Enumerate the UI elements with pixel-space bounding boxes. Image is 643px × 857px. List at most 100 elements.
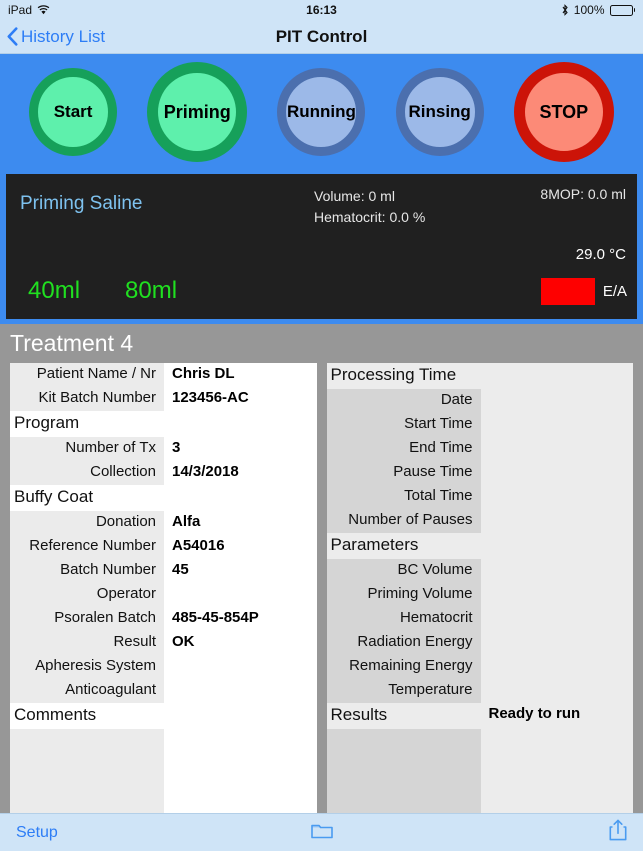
status-bar-right: 100%	[561, 3, 643, 17]
detail-row-label: Psoralen Batch	[10, 607, 164, 631]
phase-button-start-label: Start	[53, 102, 93, 121]
phase-button-running[interactable]: Running	[277, 68, 366, 156]
detail-row-value[interactable]	[164, 411, 317, 437]
detail-row: Date	[326, 389, 633, 413]
detail-row-label: Start Time	[326, 413, 481, 437]
detail-row-label: Collection	[10, 461, 164, 485]
detail-row-label: Patient Name / Nr	[10, 363, 164, 387]
detail-row: Radiation Energy	[326, 631, 633, 655]
detail-row-value[interactable]: Alfa	[164, 511, 317, 535]
detail-row-label: End Time	[326, 437, 481, 461]
section-header-row: Comments	[10, 703, 317, 729]
detail-row-label: Radiation Energy	[326, 631, 481, 655]
panel-filler-label-column	[326, 729, 481, 813]
detail-row-value[interactable]	[480, 631, 633, 655]
detail-row: Psoralen Batch 485-45-854P	[10, 607, 317, 631]
treatment-left-panel: Patient Name / Nr Chris DL Kit Batch Numbe…	[10, 363, 317, 813]
page-title: PIT Control	[275, 26, 368, 46]
volume-button-80ml[interactable]: 80ml	[125, 277, 177, 305]
detail-row-value[interactable]	[480, 389, 633, 413]
temperature-readout: 29.0 °C	[575, 246, 626, 263]
detail-row-value[interactable]: Ready to run	[480, 703, 633, 729]
treatment-header-label: Treatment 4	[10, 330, 134, 356]
detail-row: Batch Number 45	[10, 559, 317, 583]
detail-row-label: Anticoagulant	[10, 679, 164, 703]
phase-button-rinsing-label: Rinsing	[408, 102, 471, 121]
detail-row-value[interactable]	[480, 607, 633, 631]
detail-row-value[interactable]	[480, 363, 633, 389]
detail-row-value[interactable]	[480, 533, 633, 559]
detail-row-value[interactable]: OK	[164, 631, 317, 655]
detail-row-value[interactable]	[164, 655, 317, 679]
section-header-label: Processing Time	[326, 363, 481, 389]
detail-row: Priming Volume	[326, 583, 633, 607]
detail-row-value[interactable]	[480, 461, 633, 485]
share-button[interactable]	[609, 819, 643, 846]
bottom-toolbar: Setup	[0, 813, 643, 851]
detail-row-value[interactable]	[480, 413, 633, 437]
detail-row-value[interactable]: A54016	[164, 535, 317, 559]
ios-status-bar: iPad 16:13 100%	[0, 0, 643, 20]
detail-row-value[interactable]	[480, 559, 633, 583]
folder-button[interactable]	[0, 821, 643, 844]
panel-filler	[10, 729, 317, 813]
phase-button-stop[interactable]: STOP	[513, 62, 614, 162]
panel-filler-value-column[interactable]	[164, 729, 317, 813]
detail-row-value[interactable]: 45	[164, 559, 317, 583]
detail-row-value[interactable]: 14/3/2018	[164, 461, 317, 485]
detail-row-value[interactable]	[164, 679, 317, 703]
detail-row-label: Kit Batch Number	[10, 387, 164, 411]
detail-row: Hematocrit	[326, 607, 633, 631]
hematocrit-readout: Hematocrit: 0.0 %	[314, 209, 426, 225]
treatment-header: Treatment 4	[0, 324, 643, 363]
section-header-label: Parameters	[326, 533, 481, 559]
section-header-row: Program	[10, 411, 317, 437]
section-header-label: Comments	[10, 703, 164, 729]
detail-row-value[interactable]	[480, 655, 633, 679]
detail-row-label: Donation	[10, 511, 164, 535]
navigation-bar: History List PIT Control	[0, 20, 643, 54]
section-header-label: Program	[10, 411, 164, 437]
detail-row-label: Number of Pauses	[326, 509, 481, 533]
detail-row-label: Date	[326, 389, 481, 413]
detail-row-value[interactable]: 3	[164, 437, 317, 461]
detail-row-value[interactable]: 485-45-854P	[164, 607, 317, 631]
detail-row: Donation Alfa	[10, 511, 317, 535]
detail-row-value[interactable]	[480, 509, 633, 533]
detail-row-label: Hematocrit	[326, 607, 481, 631]
volume-readout: Volume: 0 ml	[314, 188, 395, 204]
detail-row: Kit Batch Number 123456-AC	[10, 387, 317, 411]
detail-row-value[interactable]	[480, 583, 633, 607]
detail-row-value[interactable]: Chris DL	[164, 363, 317, 387]
status-panel-measurements: Volume: 0 ml Hematocrit: 0.0 %	[314, 186, 425, 228]
detail-row-value[interactable]: 123456-AC	[164, 387, 317, 411]
detail-row: Collection 14/3/2018	[10, 461, 317, 485]
detail-row-value[interactable]	[164, 703, 317, 729]
detail-row: Start Time	[326, 413, 633, 437]
detail-row-label: Reference Number	[10, 535, 164, 559]
detail-row-value[interactable]	[480, 485, 633, 509]
panel-filler-value-column[interactable]	[480, 729, 633, 813]
detail-row: Apheresis System	[10, 655, 317, 679]
detail-row-value[interactable]	[480, 437, 633, 461]
detail-row-label: Number of Tx	[10, 437, 164, 461]
battery-full-icon	[609, 4, 635, 16]
detail-row-label: Pause Time	[326, 461, 481, 485]
panel-filler-label-column	[10, 729, 164, 813]
detail-row-value[interactable]	[164, 485, 317, 511]
detail-row-label: Batch Number	[10, 559, 164, 583]
detail-row: Anticoagulant	[10, 679, 317, 703]
detail-row: BC Volume	[326, 559, 633, 583]
detail-row-value[interactable]	[480, 679, 633, 703]
detail-row-value[interactable]	[164, 583, 317, 607]
ea-indicator: E/A	[540, 278, 627, 305]
phase-button-priming[interactable]: Priming	[147, 62, 248, 162]
detail-row: Operator	[10, 583, 317, 607]
volume-button-40ml[interactable]: 40ml	[28, 277, 80, 305]
phase-button-rinsing[interactable]: Rinsing	[395, 68, 484, 156]
pit-control-screen: iPad 16:13 100% History List PIT Control…	[0, 0, 643, 857]
section-header-label: Results	[326, 703, 481, 729]
detail-row-label: Remaining Energy	[326, 655, 481, 679]
detail-row-label: Total Time	[326, 485, 481, 509]
phase-button-start[interactable]: Start	[29, 68, 118, 156]
